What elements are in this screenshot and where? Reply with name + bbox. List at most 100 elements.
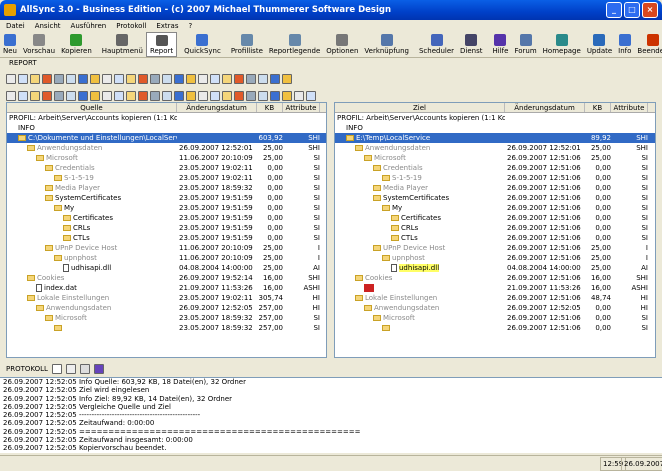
report-tool-icon[interactable] <box>234 74 244 84</box>
report-tool-icon[interactable] <box>198 91 208 101</box>
report-tool-icon[interactable] <box>114 91 124 101</box>
tree-row[interactable]: PROFIL: Arbeit\Server\Accounts kopieren … <box>7 113 326 123</box>
report-tool-icon[interactable] <box>162 91 172 101</box>
report-tool-icon[interactable] <box>78 91 88 101</box>
close-button[interactable]: × <box>642 2 658 18</box>
report-tool-icon[interactable] <box>258 74 268 84</box>
tree-row[interactable]: 26.09.2007 12:51:06 0,00 SI <box>335 323 655 333</box>
tree-row[interactable]: Credentials 26.09.2007 12:51:06 0,00 SI <box>335 163 655 173</box>
menu-extras[interactable]: Extras <box>156 20 178 32</box>
toolbar-button-hilfe[interactable]: Hilfe <box>490 32 512 57</box>
report-tool-icon[interactable] <box>150 91 160 101</box>
report-tool-icon[interactable] <box>294 91 304 101</box>
col-source[interactable]: Quelle <box>7 103 177 112</box>
report-tool-icon[interactable] <box>222 74 232 84</box>
tree-row[interactable]: Lokale Einstellungen 23.05.2007 19:02:11 3… <box>7 293 326 303</box>
minimize-button[interactable]: _ <box>606 2 622 18</box>
menu-datei[interactable]: Datei <box>6 20 25 32</box>
report-tool-icon[interactable] <box>270 91 280 101</box>
tree-row[interactable]: CTLs 23.05.2007 19:51:59 0,00 SI <box>7 233 326 243</box>
tree-row[interactable]: Media Player 26.09.2007 12:51:06 0,00 SI <box>335 183 655 193</box>
tree-row[interactable]: CRLs 26.09.2007 12:51:06 0,00 SI <box>335 223 655 233</box>
tree-row[interactable]: Media Player 23.05.2007 18:59:32 0,00 SI <box>7 183 326 193</box>
tree-row[interactable]: My 26.09.2007 12:51:06 0,00 SI <box>335 203 655 213</box>
tree-row[interactable]: udhisapi.dll 04.08.2004 14:00:00 25,00 AI <box>335 263 655 273</box>
report-tool-icon[interactable] <box>138 91 148 101</box>
toolbar-button-profilliste[interactable]: Profilliste <box>228 32 266 57</box>
toolbar-button-update[interactable]: Update <box>584 32 615 57</box>
tree-row[interactable]: Credentials 23.05.2007 19:02:11 0,00 SI <box>7 163 326 173</box>
report-tool-icon[interactable] <box>174 91 184 101</box>
toolbar-button-reportlegende[interactable]: Reportlegende <box>266 32 323 57</box>
toolbar-button-hauptmen[interactable]: Hauptmenü <box>99 32 146 57</box>
report-tool-icon[interactable] <box>138 74 148 84</box>
tree-row[interactable]: 21.09.2007 11:53:26 16,00 ASHI <box>335 283 655 293</box>
tree-row[interactable]: Cookies 26.09.2007 19:52:14 16,00 SHI <box>7 273 326 283</box>
report-tool-icon[interactable] <box>30 74 40 84</box>
report-tool-icon[interactable] <box>54 91 64 101</box>
tree-row[interactable]: Microsoft 26.09.2007 12:51:06 25,00 SI <box>335 153 655 163</box>
tree-row[interactable]: UPnP Device Host 11.06.2007 20:10:09 25,00… <box>7 243 326 253</box>
tree-row[interactable]: Certificates 23.05.2007 19:51:59 0,00 SI <box>7 213 326 223</box>
report-tool-icon[interactable] <box>234 91 244 101</box>
report-tool-icon[interactable] <box>54 74 64 84</box>
col-date[interactable]: Änderungsdatum <box>177 103 257 112</box>
report-tool-icon[interactable] <box>198 74 208 84</box>
toolbar-button-dienst[interactable]: Dienst <box>457 32 485 57</box>
report-tool-icon[interactable] <box>90 74 100 84</box>
tree-row[interactable]: Anwendungsdaten 26.09.2007 12:52:01 25,00 S… <box>335 143 655 153</box>
tree-row[interactable]: Cookies 26.09.2007 12:51:06 16,00 SHI <box>335 273 655 283</box>
report-tool-icon[interactable] <box>90 91 100 101</box>
tree-row[interactable]: C:\Dokumente und Einstellungen\LocalServ… <box>7 133 326 143</box>
report-tool-icon[interactable] <box>174 74 184 84</box>
toolbar-button-forum[interactable]: Forum <box>511 32 539 57</box>
protocol-new-icon[interactable] <box>51 364 62 374</box>
tree-row[interactable]: Anwendungsdaten 26.09.2007 12:52:01 25,00 S… <box>7 143 326 153</box>
tree-row[interactable]: PROFIL: Arbeit\Server\Accounts kopieren … <box>335 113 655 123</box>
toolbar-button-neu[interactable]: Neu <box>0 32 20 57</box>
report-tool-icon[interactable] <box>126 74 136 84</box>
tree-row[interactable]: INFO <box>335 123 655 133</box>
toolbar-button-verknpfung[interactable]: Verknüpfung <box>361 32 412 57</box>
report-tool-icon[interactable] <box>18 91 28 101</box>
report-tool-icon[interactable] <box>30 91 40 101</box>
source-pane[interactable]: Quelle Änderungsdatum KB Attribute PROFI… <box>6 102 327 358</box>
tree-row[interactable]: Microsoft 26.09.2007 12:51:06 0,00 SI <box>335 313 655 323</box>
report-tool-icon[interactable] <box>102 74 112 84</box>
report-tool-icon[interactable] <box>186 91 196 101</box>
tree-row[interactable]: Certificates 26.09.2007 12:51:06 0,00 SI <box>335 213 655 223</box>
toolbar-button-homepage[interactable]: Homepage <box>540 32 584 57</box>
report-tool-icon[interactable] <box>102 91 112 101</box>
report-tool-icon[interactable] <box>282 74 292 84</box>
report-tool-icon[interactable] <box>246 74 256 84</box>
tree-row[interactable]: CTLs 26.09.2007 12:51:06 0,00 SI <box>335 233 655 243</box>
report-tool-icon[interactable] <box>186 74 196 84</box>
toolbar-button-scheduler[interactable]: Scheduler <box>416 32 457 57</box>
col-date[interactable]: Änderungsdatum <box>505 103 585 112</box>
toolbar-button-report[interactable]: Report <box>145 32 178 57</box>
report-tool-icon[interactable] <box>18 74 28 84</box>
report-tool-icon[interactable] <box>42 91 52 101</box>
tree-row[interactable]: My 23.05.2007 19:51:59 0,00 SI <box>7 203 326 213</box>
col-attr[interactable]: Attribute <box>611 103 648 112</box>
col-attr[interactable]: Attribute <box>283 103 320 112</box>
col-target[interactable]: Ziel <box>335 103 505 112</box>
tree-row[interactable]: S-1-5-19 26.09.2007 12:51:06 0,00 SI <box>335 173 655 183</box>
tree-row[interactable]: E:\Temp\LocalService 89,92 SHI <box>335 133 655 143</box>
tree-row[interactable]: Microsoft 11.06.2007 20:10:09 25,00 SI <box>7 153 326 163</box>
report-tool-icon[interactable] <box>210 91 220 101</box>
menu-help[interactable]: ? <box>188 20 192 32</box>
report-tool-icon[interactable] <box>114 74 124 84</box>
report-tool-icon[interactable] <box>6 74 16 84</box>
toolbar-button-optionen[interactable]: Optionen <box>323 32 361 57</box>
report-tool-icon[interactable] <box>78 74 88 84</box>
protocol-log[interactable]: 26.09.2007 12:52:05 Info Quelle: 603,92 … <box>0 377 662 453</box>
toolbar-button-vorschau[interactable]: Vorschau <box>20 32 58 57</box>
tree-row[interactable]: CRLs 23.05.2007 19:51:59 0,00 SI <box>7 223 326 233</box>
tree-row[interactable]: SystemCertificates 23.05.2007 19:51:59 0,0… <box>7 193 326 203</box>
protocol-print-icon[interactable] <box>79 364 90 374</box>
report-tool-icon[interactable] <box>66 91 76 101</box>
report-tool-icon[interactable] <box>42 74 52 84</box>
tree-row[interactable]: upnphost 11.06.2007 20:10:09 25,00 I <box>7 253 326 263</box>
tree-row[interactable]: SystemCertificates 26.09.2007 12:51:06 0,0… <box>335 193 655 203</box>
